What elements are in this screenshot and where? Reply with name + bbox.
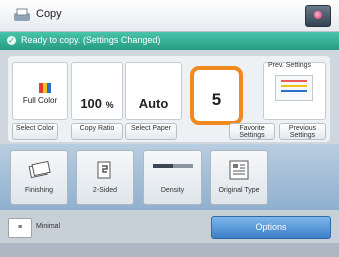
stapled-pages-icon bbox=[28, 160, 51, 179]
home-icon bbox=[314, 11, 322, 19]
options-button[interactable]: Options bbox=[211, 216, 331, 239]
preview-label: Prev. Settings bbox=[268, 62, 312, 69]
home-button[interactable] bbox=[305, 5, 331, 27]
document-preview-icon bbox=[275, 75, 313, 101]
copy-count-value: 5 bbox=[211, 90, 222, 109]
original-type-button[interactable]: Original Type bbox=[210, 150, 268, 205]
select-paper-button[interactable]: Select Paper bbox=[125, 123, 177, 140]
status-message: Ready to copy. (Settings Changed) bbox=[21, 35, 161, 45]
minimal-view-button[interactable]: ≡ bbox=[8, 218, 32, 238]
select-color-button[interactable]: Select Color bbox=[12, 123, 58, 140]
copy-ratio-unit: % bbox=[105, 100, 114, 110]
copy-ratio-button[interactable]: Copy Ratio bbox=[71, 123, 123, 140]
bottom-strip bbox=[0, 243, 339, 257]
color-mode-tile[interactable]: Full Color bbox=[12, 62, 68, 120]
two-sided-button[interactable]: 2-Sided bbox=[76, 150, 134, 205]
minimal-label: Minimal bbox=[36, 223, 61, 230]
copy-ratio-tile[interactable]: 100 % bbox=[71, 62, 123, 120]
copy-ratio-value: 100 bbox=[80, 96, 103, 111]
original-type-icon bbox=[229, 160, 249, 180]
title-bar: Copy bbox=[0, 0, 339, 32]
favorite-settings-button[interactable]: Favorite Settings bbox=[229, 123, 275, 140]
copy-count-display[interactable]: 5 bbox=[190, 66, 243, 125]
color-mode-value: Full Color bbox=[22, 96, 58, 105]
density-slider-icon bbox=[152, 164, 193, 168]
page-title: Copy bbox=[36, 8, 62, 20]
two-sided-icon bbox=[97, 161, 111, 179]
copy-screen: Copy ✓ Ready to copy. (Settings Changed)… bbox=[0, 0, 339, 257]
density-label: Density bbox=[160, 187, 185, 194]
original-type-label: Original Type bbox=[218, 187, 260, 194]
paper-value: Auto bbox=[138, 96, 169, 111]
paper-tile[interactable]: Auto bbox=[125, 62, 182, 120]
finishing-button[interactable]: Finishing bbox=[10, 150, 68, 205]
copy-app-icon bbox=[14, 8, 30, 21]
two-sided-label: 2-Sided bbox=[92, 187, 118, 194]
density-button[interactable]: Density bbox=[143, 150, 202, 205]
color-icon bbox=[39, 83, 51, 93]
info-icon: ✓ bbox=[7, 36, 16, 45]
finishing-label: Finishing bbox=[24, 187, 53, 194]
status-bar: ✓ Ready to copy. (Settings Changed) bbox=[0, 32, 339, 50]
previous-settings-button[interactable]: Previous Settings bbox=[279, 123, 326, 140]
previous-settings-preview[interactable] bbox=[263, 62, 326, 120]
